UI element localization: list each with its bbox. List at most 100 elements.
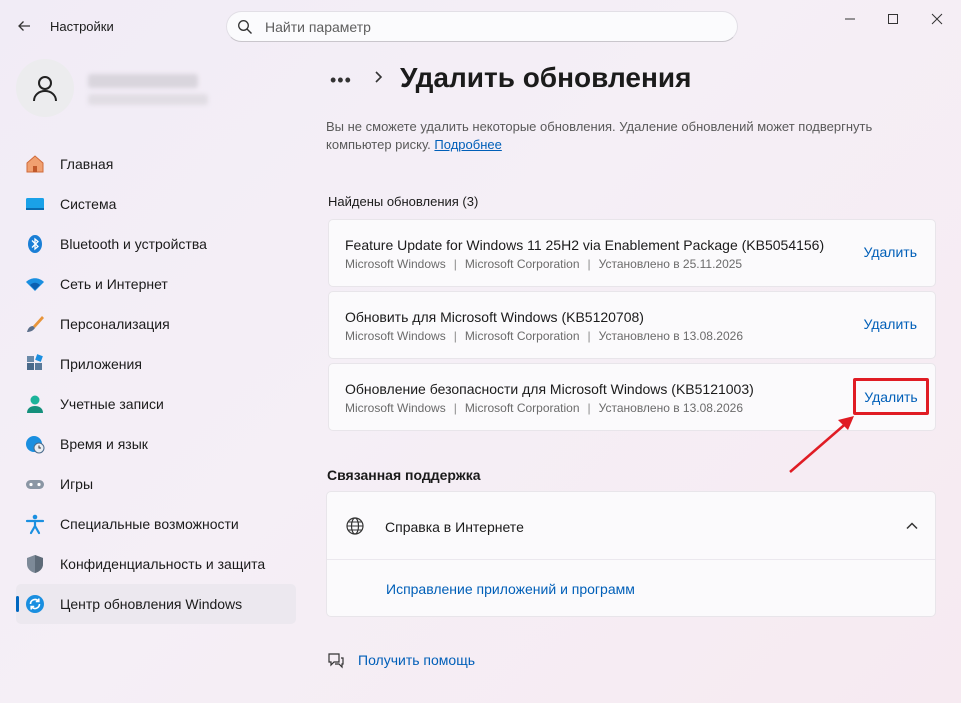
sidebar-item-windows-update[interactable]: Центр обновления Windows: [16, 584, 296, 624]
update-title: Обновление безопасности для Microsoft Wi…: [345, 381, 754, 397]
app-title: Настройки: [50, 19, 114, 34]
close-button[interactable]: [914, 6, 960, 32]
sidebar-item-label: Учетные записи: [60, 396, 164, 412]
intro-text: Вы не сможете удалить некоторые обновлен…: [326, 118, 936, 154]
accessibility-icon: [24, 513, 46, 535]
web-help-expander[interactable]: Справка в Интернете: [327, 492, 935, 560]
uninstall-button[interactable]: Удалить: [864, 316, 917, 332]
system-icon: [24, 193, 46, 215]
fix-apps-link[interactable]: Исправление приложений и программ: [386, 581, 635, 597]
meta-separator: |: [587, 329, 591, 343]
meta-separator: |: [453, 401, 457, 415]
update-card: Обновить для Microsoft Windows (KB512070…: [328, 291, 936, 359]
meta-separator: |: [453, 329, 457, 343]
update-title: Обновить для Microsoft Windows (KB512070…: [345, 309, 644, 325]
update-meta: Microsoft Windows | Microsoft Corporation |…: [345, 401, 743, 415]
sidebar-item-label: Сеть и Интернет: [60, 276, 168, 292]
update-meta: Microsoft Windows | Microsoft Corporation |…: [345, 329, 743, 343]
minimize-button[interactable]: [827, 6, 873, 32]
get-help-label: Получить помощь: [358, 652, 476, 668]
meta-separator: |: [587, 257, 591, 271]
sidebar-item-system[interactable]: Система: [16, 184, 296, 224]
sidebar-item-label: Время и язык: [60, 436, 148, 452]
red-annotation-arrow: [789, 416, 854, 473]
sidebar-nav: Главная Система Bluetooth и устройства С…: [16, 144, 296, 624]
uninstall-button-highlighted[interactable]: Удалить: [853, 378, 929, 415]
brush-icon: [24, 313, 46, 335]
sidebar-item-label: Специальные возможности: [60, 516, 239, 532]
windows-update-icon: [24, 593, 46, 615]
update-installed-date: Установлено в 25.11.2025: [598, 257, 743, 271]
sidebar-item-label: Конфиденциальность и защита: [60, 556, 266, 572]
maximize-button[interactable]: [870, 6, 916, 32]
get-help-link[interactable]: Получить помощь: [326, 650, 475, 670]
update-product: Microsoft Windows: [345, 329, 446, 343]
related-support-heading: Связанная поддержка: [327, 467, 481, 483]
sidebar-item-apps[interactable]: Приложения: [16, 344, 296, 384]
update-publisher: Microsoft Corporation: [464, 401, 580, 415]
update-installed-date: Установлено в 13.08.2026: [598, 329, 743, 343]
sidebar-item-home[interactable]: Главная: [16, 144, 296, 184]
updates-list: Feature Update for Windows 11 25H2 via E…: [328, 219, 936, 435]
title-bar: Настройки: [0, 0, 961, 50]
bluetooth-icon: [24, 233, 46, 255]
globe-icon: [346, 517, 364, 535]
meta-separator: |: [453, 257, 457, 271]
sidebar-item-label: Bluetooth и устройства: [60, 236, 207, 252]
home-icon: [24, 153, 46, 175]
sidebar-item-privacy[interactable]: Конфиденциальность и защита: [16, 544, 296, 584]
update-title: Feature Update for Windows 11 25H2 via E…: [345, 237, 825, 253]
chevron-right-icon: [375, 71, 383, 83]
profile-email-blurred: [88, 94, 208, 105]
search-icon: [237, 19, 253, 35]
minimize-icon: [845, 18, 855, 20]
apps-icon: [24, 353, 46, 375]
avatar: [16, 59, 74, 117]
sidebar-item-network[interactable]: Сеть и Интернет: [16, 264, 296, 304]
breadcrumb-more-button[interactable]: •••: [330, 70, 352, 91]
gamepad-icon: [24, 473, 46, 495]
time-language-icon: [24, 433, 46, 455]
maximize-icon: [888, 14, 898, 24]
account-icon: [24, 393, 46, 415]
meta-separator: |: [587, 401, 591, 415]
close-icon: [931, 13, 943, 25]
intro-description: Вы не сможете удалить некоторые обновлен…: [326, 119, 873, 152]
found-updates-heading: Найдены обновления (3): [328, 194, 479, 209]
sidebar-item-label: Главная: [60, 156, 114, 172]
sidebar-item-gaming[interactable]: Игры: [16, 464, 296, 504]
chevron-up-icon[interactable]: [905, 519, 919, 533]
shield-icon: [24, 553, 46, 575]
learn-more-link[interactable]: Подробнее: [434, 137, 501, 152]
sidebar-item-label: Игры: [60, 476, 94, 492]
search-box[interactable]: [226, 11, 738, 42]
back-arrow-icon: [18, 21, 30, 31]
sidebar-item-label: Приложения: [60, 356, 142, 372]
sidebar-item-bluetooth[interactable]: Bluetooth и устройства: [16, 224, 296, 264]
search-input[interactable]: [265, 18, 705, 35]
update-product: Microsoft Windows: [345, 401, 446, 415]
sidebar-item-time-language[interactable]: Время и язык: [16, 424, 296, 464]
update-product: Microsoft Windows: [345, 257, 446, 271]
sidebar-item-label: Центр обновления Windows: [60, 596, 243, 612]
sidebar-item-personalization[interactable]: Персонализация: [16, 304, 296, 344]
sidebar-item-label: Система: [60, 196, 117, 212]
page-title: Удалить обновления: [400, 62, 692, 93]
person-icon: [33, 76, 57, 102]
sidebar-item-label: Персонализация: [60, 316, 170, 332]
web-help-label: Справка в Интернете: [385, 519, 524, 535]
update-card: Feature Update for Windows 11 25H2 via E…: [328, 219, 936, 287]
update-installed-date: Установлено в 13.08.2026: [598, 401, 743, 415]
wifi-icon: [24, 273, 46, 295]
update-publisher: Microsoft Corporation: [464, 329, 580, 343]
help-chat-icon: [326, 650, 346, 670]
sidebar-item-accounts[interactable]: Учетные записи: [16, 384, 296, 424]
profile-name-blurred: [88, 74, 198, 88]
back-button[interactable]: [12, 14, 36, 38]
uninstall-button[interactable]: Удалить: [864, 244, 917, 260]
user-profile[interactable]: [16, 59, 296, 119]
update-publisher: Microsoft Corporation: [464, 257, 580, 271]
update-meta: Microsoft Windows | Microsoft Corporation |…: [345, 257, 742, 271]
related-support-card: Справка в Интернете Исправление приложен…: [326, 491, 936, 617]
sidebar-item-accessibility[interactable]: Специальные возможности: [16, 504, 296, 544]
